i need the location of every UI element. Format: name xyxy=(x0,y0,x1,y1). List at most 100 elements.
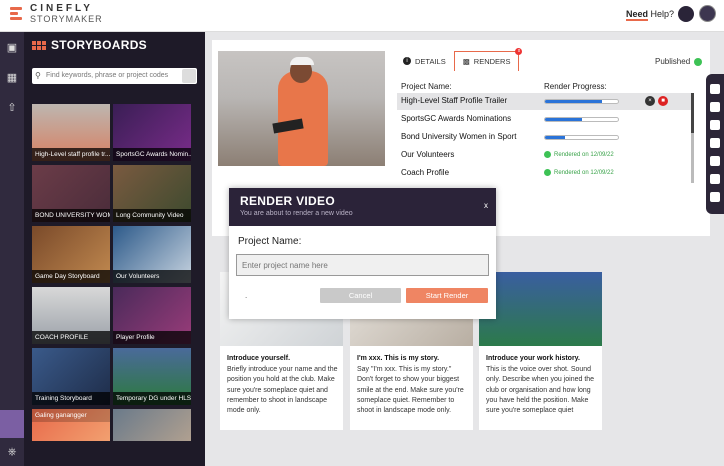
storyboard-card[interactable]: Game Day Storyboard xyxy=(32,226,110,283)
render-progress-bar xyxy=(544,135,619,140)
sidebar-title-text: STORYBOARDS xyxy=(51,38,147,52)
storyboard-label: Game Day Storyboard xyxy=(32,270,110,283)
storyboard-card[interactable]: Training Storyboard xyxy=(32,348,110,405)
brand-subtitle: STORYMAKER xyxy=(30,14,103,24)
brand-name: CINEFLY xyxy=(30,3,93,14)
storyboard-card[interactable]: Player Profile xyxy=(113,287,191,344)
render-video-modal: RENDER VIDEO You are about to render a n… xyxy=(229,188,496,319)
storyboard-card[interactable]: Galing ganangger xyxy=(32,409,110,441)
storyboard-label: COACH PROFILE xyxy=(32,331,110,344)
render-row[interactable]: Coach Profile Rendered on 12/09/22 xyxy=(397,165,693,182)
render-status: Rendered on 12/09/22 xyxy=(544,151,614,158)
storyboard-card[interactable]: COACH PROFILE xyxy=(32,287,110,344)
status-label: Published xyxy=(655,57,691,66)
render-name: Coach Profile xyxy=(401,168,450,177)
storyboard-label: Temporary DG under HLS... xyxy=(113,392,191,405)
storyboard-label: Training Storyboard xyxy=(32,392,110,405)
cancel-button[interactable]: Cancel xyxy=(320,288,401,303)
storyboard-label: Player Profile xyxy=(113,331,191,344)
status-badge: Published xyxy=(655,57,703,66)
help-link[interactable]: Need Help? xyxy=(625,9,674,21)
storyboard-card[interactable]: Our Volunteers xyxy=(113,226,191,283)
start-render-button[interactable]: Start Render xyxy=(406,288,488,303)
render-status: Rendered on 12/09/22 xyxy=(544,169,614,176)
detail-tabs: i DETAILS ▩ RENDERS x xyxy=(395,48,523,71)
video-icon[interactable] xyxy=(710,174,720,184)
storyboards-sidebar: STORYBOARDS ⚲ Find keywords, phrase or p… xyxy=(24,32,205,466)
hand-icon[interactable] xyxy=(710,156,720,166)
top-bar: CINEFLY STORYMAKER Need Help? xyxy=(0,0,724,32)
tab-details[interactable]: i DETAILS xyxy=(395,51,454,71)
left-rail: ▣ ▦ ⇧ ⎈ xyxy=(0,32,24,466)
storyboard-card[interactable] xyxy=(113,409,191,441)
render-row[interactable]: Bond University Women in Sport xyxy=(397,129,693,146)
list-icon[interactable] xyxy=(710,102,720,112)
shot-description: This is the voice over shot. Sound only.… xyxy=(486,366,595,415)
search-input[interactable]: ⚲ Find keywords, phrase or project codes xyxy=(32,68,197,84)
modal-title: RENDER VIDEO xyxy=(240,194,335,208)
storyboard-card[interactable]: BOND UNIVERSITY WOMEN... xyxy=(32,165,110,222)
search-icon: ⚲ xyxy=(35,71,41,80)
render-status-text: Rendered on 12/09/22 xyxy=(554,152,614,159)
card-icon[interactable] xyxy=(710,120,720,130)
right-toolbar xyxy=(706,74,724,214)
storyboards-icon xyxy=(32,40,46,50)
render-name: Our Volunteers xyxy=(401,150,455,159)
storyboard-card[interactable]: Long Community Video xyxy=(113,165,191,222)
status-dot-icon xyxy=(694,57,703,66)
renders-scrollbar[interactable] xyxy=(691,93,694,183)
image-icon[interactable]: ▦ xyxy=(6,72,18,84)
render-row[interactable]: SportsGC Awards Nominations xyxy=(397,111,693,128)
render-name: High-Level Staff Profile Trailer xyxy=(401,96,508,105)
copy-icon[interactable] xyxy=(710,138,720,148)
help-suffix: Help? xyxy=(650,9,674,19)
storyboard-label: BOND UNIVERSITY WOMEN... xyxy=(32,209,110,222)
tab-details-label: DETAILS xyxy=(415,56,446,66)
tab-renders[interactable]: ▩ RENDERS x xyxy=(453,48,523,71)
avatar[interactable] xyxy=(699,5,716,22)
modal-header: RENDER VIDEO You are about to render a n… xyxy=(229,188,496,226)
modal-dot: . xyxy=(245,291,248,300)
upload-icon[interactable]: ⇧ xyxy=(6,102,18,114)
trash-icon[interactable] xyxy=(710,192,720,202)
render-name: SportsGC Awards Nominations xyxy=(401,114,512,123)
help-prefix: Need xyxy=(625,9,648,21)
modal-subtitle: You are about to render a new video xyxy=(240,210,353,217)
render-status-text: Rendered on 12/09/22 xyxy=(554,170,614,177)
shot-title: Introduce your work history. xyxy=(486,355,580,362)
delete-icon[interactable]: ■ xyxy=(658,96,668,106)
close-icon[interactable]: x xyxy=(484,201,488,210)
search-placeholder: Find keywords, phrase or project codes xyxy=(46,72,169,79)
storyboard-label: High-Level staff profile tr... xyxy=(32,148,110,161)
col-header-progress: Render Progress: xyxy=(544,82,607,91)
storyboard-card[interactable]: SportsGC Awards Nomin... xyxy=(113,104,191,161)
shot-title: Introduce yourself. xyxy=(227,355,291,362)
user-icon[interactable] xyxy=(710,84,720,94)
render-progress-bar xyxy=(544,99,619,104)
shot-card[interactable]: Introduce your work history. This is the… xyxy=(479,272,602,430)
storyboard-icon[interactable]: ▣ xyxy=(6,42,18,54)
render-row[interactable]: Our Volunteers Rendered on 12/09/22 xyxy=(397,147,693,164)
project-name-input[interactable] xyxy=(236,254,489,276)
apps-grid-icon[interactable] xyxy=(678,6,694,22)
storyboard-card[interactable]: High-Level staff profile tr... xyxy=(32,104,110,161)
shot-description: Briefly introduce your name and the posi… xyxy=(227,366,338,415)
cancel-render-icon[interactable]: × xyxy=(645,96,655,106)
render-row[interactable]: High-Level Staff Profile Trailer × ■ xyxy=(397,93,693,110)
filter-icon[interactable] xyxy=(182,69,196,83)
logout-icon[interactable]: ⎈ xyxy=(6,446,18,458)
storyboard-label: Long Community Video xyxy=(113,209,191,222)
info-icon: i xyxy=(403,57,411,65)
storyboard-label: SportsGC Awards Nomin... xyxy=(113,148,191,161)
film-icon: ▩ xyxy=(462,57,470,66)
logo[interactable]: CINEFLY STORYMAKER xyxy=(10,4,103,24)
shot-title: I'm xxx. This is my story. xyxy=(357,355,440,362)
storyboard-label: Galing ganangger xyxy=(32,409,110,422)
col-header-name: Project Name: xyxy=(401,82,452,91)
tab-renders-label: RENDERS xyxy=(473,57,511,66)
storyboard-label: Our Volunteers xyxy=(113,270,191,283)
sidebar-title: STORYBOARDS xyxy=(32,38,147,52)
storyboard-card[interactable]: Temporary DG under HLS... xyxy=(113,348,191,405)
grid-menu-icon[interactable] xyxy=(0,410,24,438)
project-name-label: Project Name: xyxy=(238,236,302,247)
